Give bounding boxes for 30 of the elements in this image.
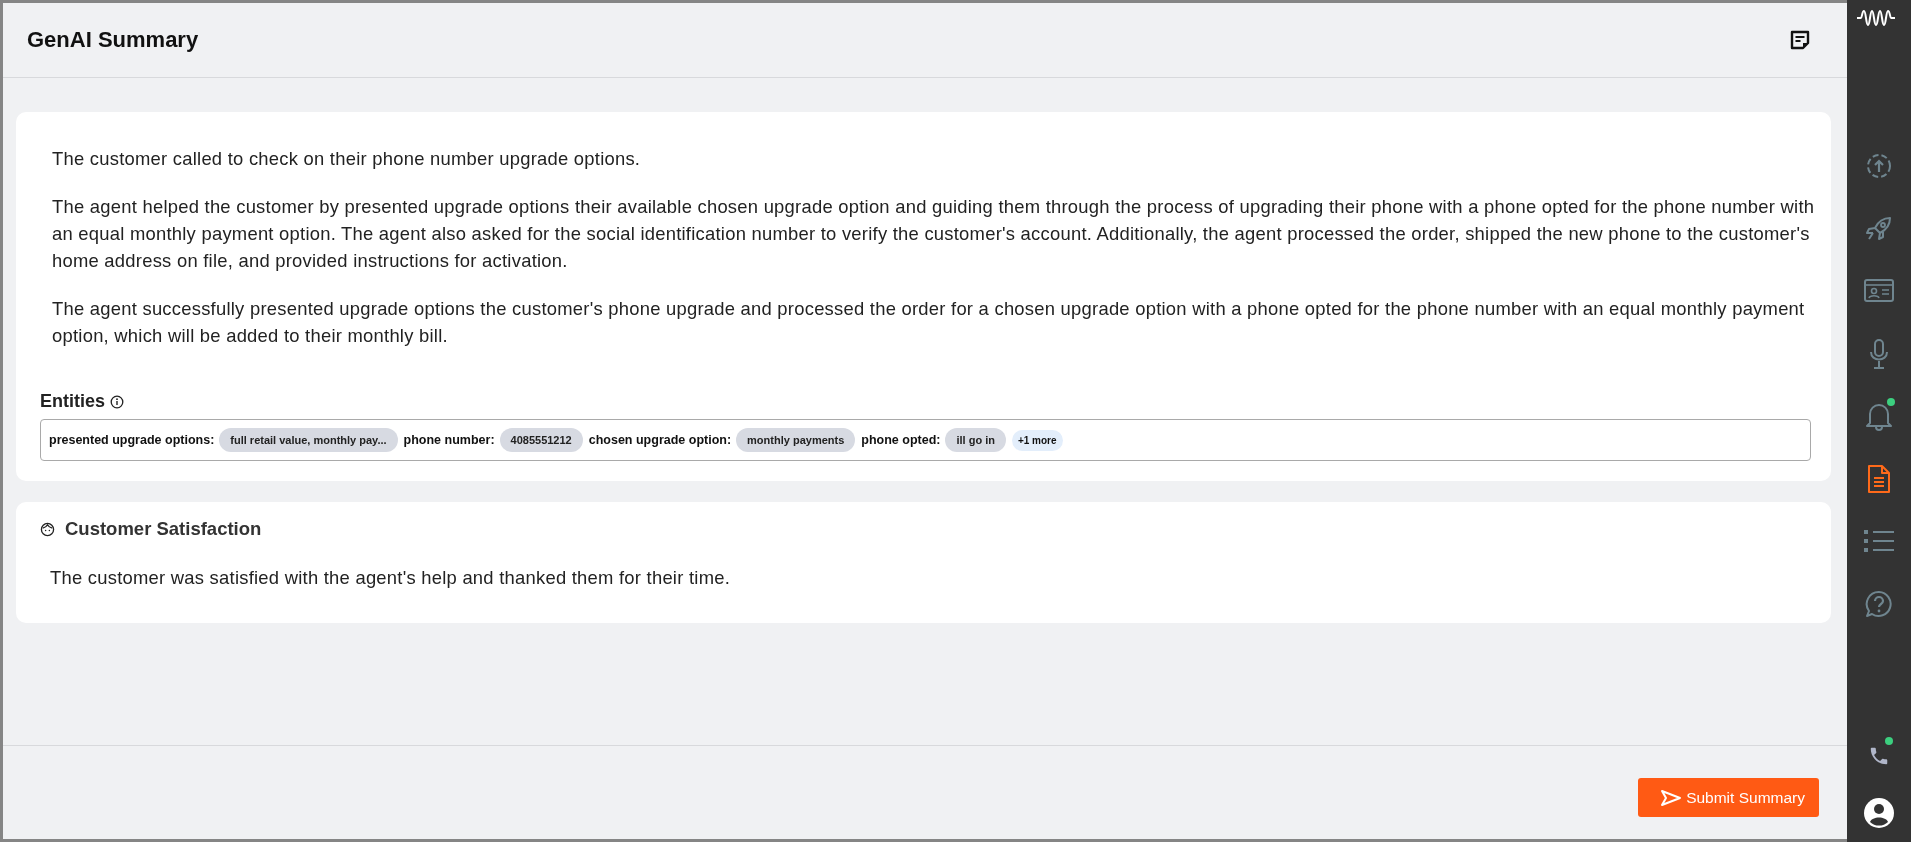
- summary-paragraph: The agent successfully presented upgrade options the customer's phone upgrade and processed the order for a chosen upgrade option with a phone opted for the phone number with an equal monthly payment option, which will be added to their monthly bill.: [52, 297, 1806, 348]
- note-icon[interactable]: [1789, 29, 1811, 51]
- bell-icon: [1865, 401, 1893, 432]
- id-card-icon: [1863, 278, 1895, 305]
- microphone-icon: [1867, 337, 1891, 370]
- entity-label: phone opted:: [861, 433, 941, 447]
- notification-dot: [1885, 736, 1893, 745]
- notification-dot: [1887, 398, 1895, 406]
- panel-title: GenAI Summary: [27, 27, 199, 53]
- document-icon: [1867, 463, 1891, 494]
- entities-heading: Entities: [40, 391, 105, 412]
- entity-label: chosen upgrade option:: [588, 433, 732, 447]
- satisfaction-heading: Customer Satisfaction: [65, 518, 262, 540]
- send-icon: [1660, 788, 1683, 807]
- more-chip[interactable]: +1 more: [1011, 429, 1063, 451]
- entity-chip: 4085551212: [499, 428, 583, 452]
- entity-chip: full retail value, monthly pay...: [219, 428, 398, 452]
- entity-label: phone number:: [403, 433, 495, 447]
- face-icon: [40, 521, 55, 537]
- upload-icon: [1865, 152, 1893, 181]
- info-icon[interactable]: [110, 394, 124, 409]
- entity-chip: ill go in: [945, 428, 1006, 452]
- list-icon: [1863, 528, 1895, 555]
- summary-paragraph: The agent helped the customer by presented upgrade options their available chosen upgrade option and guiding them through the process of upgrading their phone with a phone opted for the phone number with an equal monthly payment option. The agent also asked for the social identification number to verify the customer's account. Additionally, the agent processed the order, shipped the new phone to the customer's home address on file, and provided instructions for activation.: [52, 195, 1816, 273]
- satisfaction-text: The customer was satisfied with the agent's help and thanked them for their time.: [50, 566, 732, 590]
- summary-paragraph: The customer called to check on their phone number upgrade options.: [52, 147, 642, 171]
- entity-label: presented upgrade options:: [49, 433, 215, 447]
- entity-chip: monthly payments: [736, 428, 856, 452]
- user-avatar-icon[interactable]: [1864, 798, 1894, 828]
- help-icon: [1864, 588, 1894, 619]
